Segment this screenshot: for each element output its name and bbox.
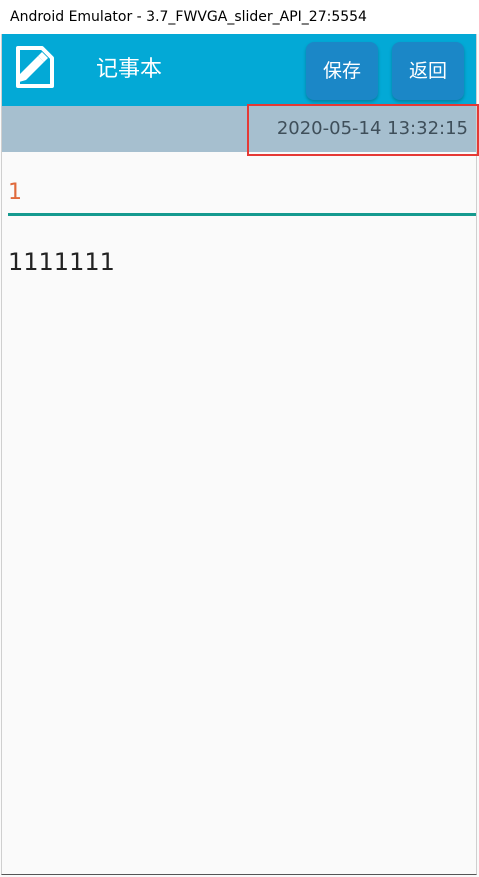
emulator-window: Android Emulator - 3.7_FWVGA_slider_API_… — [0, 0, 479, 877]
save-button[interactable]: 保存 — [306, 42, 378, 100]
timestamp-highlight — [247, 104, 479, 156]
note-title-input[interactable]: 1 — [8, 170, 476, 216]
title-underline — [8, 213, 476, 216]
back-button[interactable]: 返回 — [392, 42, 464, 100]
note-content-input[interactable]: 1111111 — [8, 242, 476, 282]
device-screen: 记事本 保存 返回 2020-05-14 13:32:15 1 1111111 — [1, 34, 479, 875]
window-title: Android Emulator - 3.7_FWVGA_slider_API_… — [0, 0, 479, 34]
note-edit-icon — [16, 46, 54, 88]
app-bar: 记事本 保存 返回 — [2, 34, 476, 106]
app-title: 记事本 — [96, 57, 163, 82]
